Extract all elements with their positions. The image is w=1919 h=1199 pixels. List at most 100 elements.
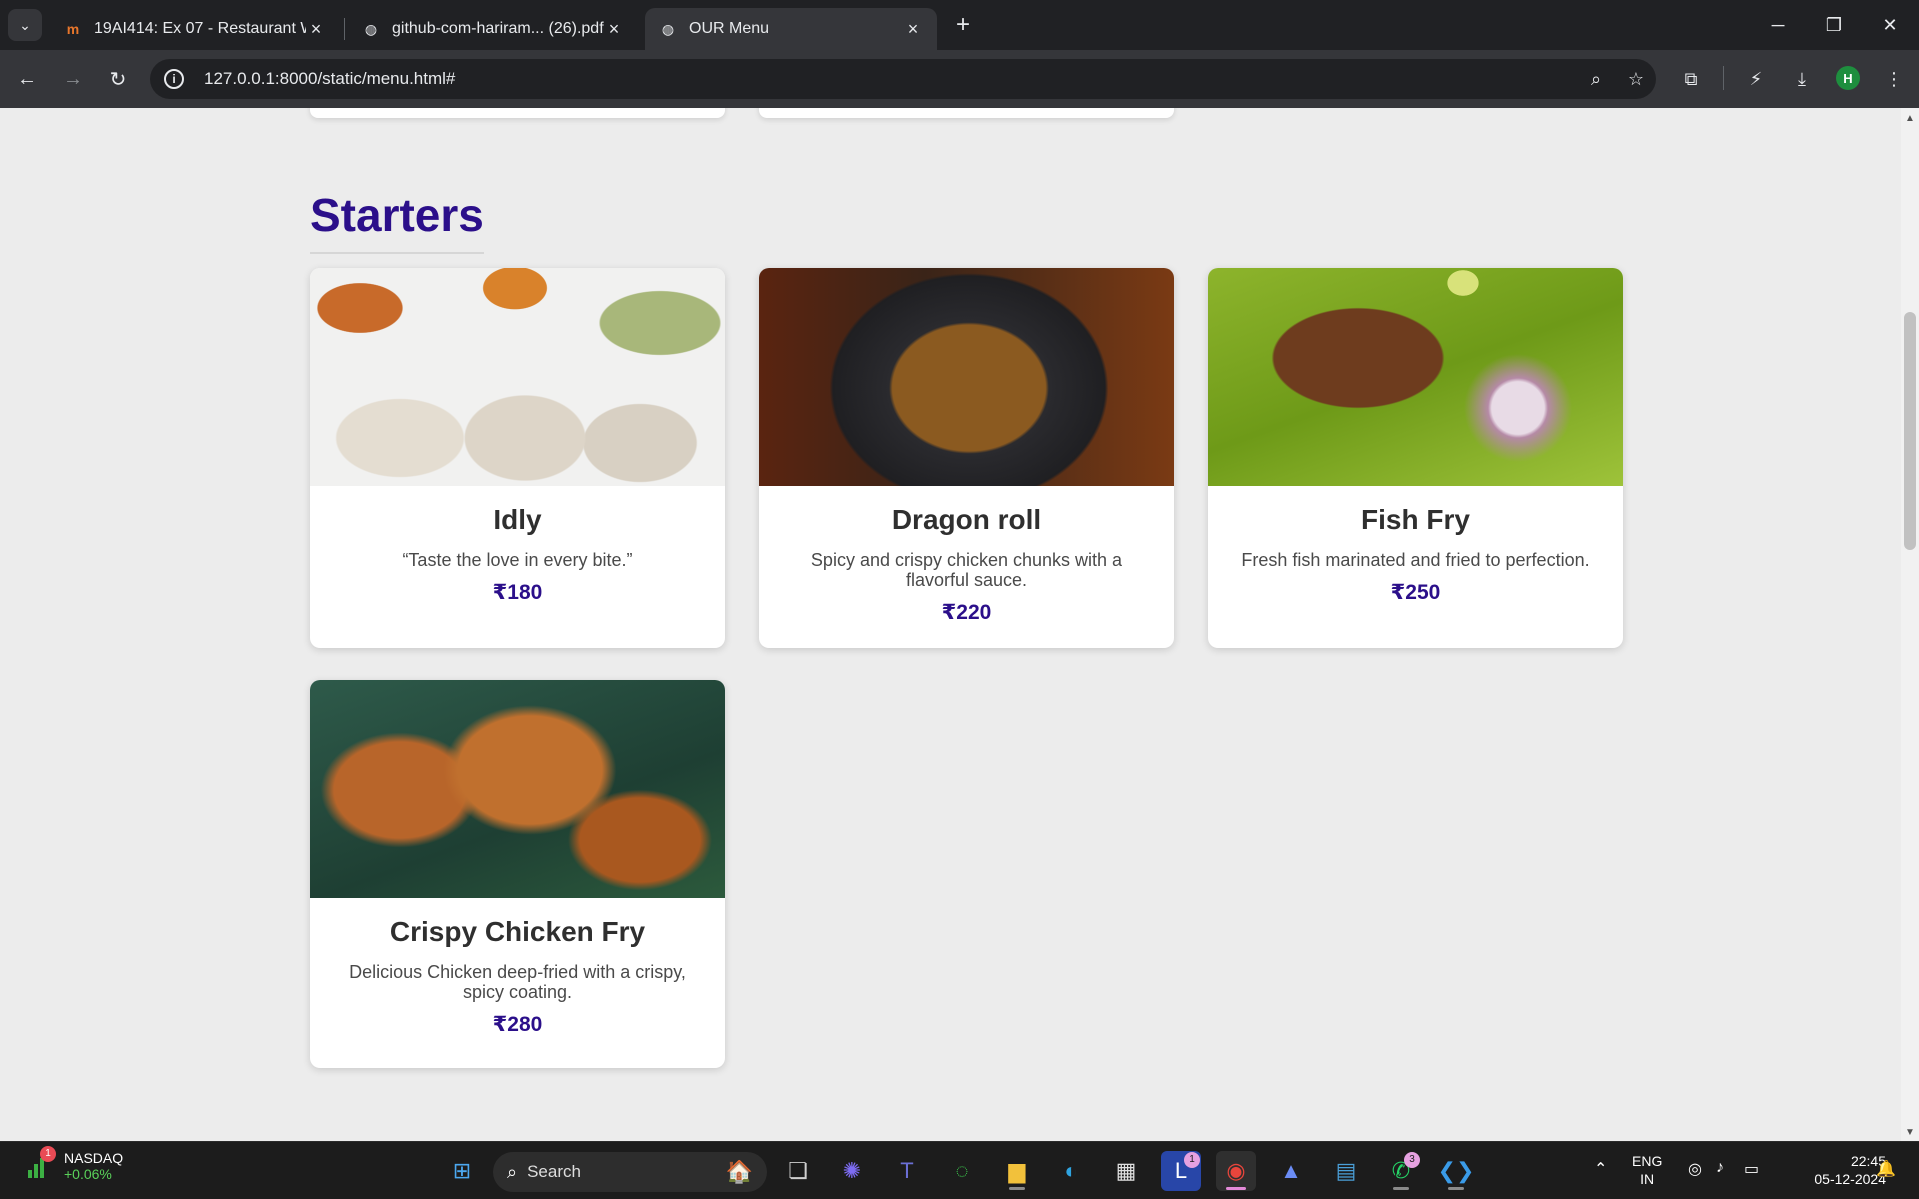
- windows-logo-icon: ⊞: [452, 1158, 472, 1183]
- download-icon[interactable]: ⤓: [1786, 64, 1818, 94]
- whatsapp-badge: 3: [1404, 1152, 1420, 1168]
- new-tab-button[interactable]: +: [948, 10, 978, 40]
- performance-icon[interactable]: ⚡: [1740, 64, 1772, 94]
- menu-card-idly: Idly “Taste the love in every bite.” ₹18…: [310, 268, 725, 648]
- ring-app-icon: ◌: [955, 1158, 969, 1183]
- close-icon[interactable]: ×: [306, 19, 326, 40]
- menu-card-crispy-chicken-fry: Crispy Chicken Fry Delicious Chicken dee…: [310, 680, 725, 1068]
- file-explorer-button[interactable]: ▆: [997, 1151, 1037, 1191]
- clock[interactable]: 22:45 05-12-2024: [1786, 1152, 1886, 1188]
- notification-bell-icon[interactable]: 🔔: [1876, 1159, 1896, 1179]
- tab-pdf[interactable]: ◍ github-com-hariram... (26).pdf ×: [348, 8, 638, 50]
- arrow-right-icon: →: [63, 67, 83, 90]
- media-app-button[interactable]: ▤: [1326, 1151, 1366, 1191]
- item-description: Delicious Chicken deep-fried with a cris…: [349, 962, 686, 1002]
- vscode-icon: ❮❯: [1437, 1158, 1475, 1183]
- copilot-icon: ✺: [842, 1158, 862, 1183]
- bookmark-star-icon[interactable]: ☆: [1616, 69, 1656, 90]
- scroll-down-icon[interactable]: ▼: [1905, 1127, 1915, 1138]
- menu-kebab-icon[interactable]: ⋮: [1878, 64, 1910, 94]
- item-name: Fish Fry: [1361, 504, 1470, 535]
- store-button[interactable]: ▦: [1106, 1151, 1146, 1191]
- linkedin-app-button[interactable]: L1: [1161, 1151, 1201, 1191]
- clapper-icon: ▤: [1335, 1158, 1357, 1183]
- windows-taskbar: 1 NASDAQ +0.06% ⊞ ⌕ Search 🏠 ❏ ✺ T ◌ ▆ ◐…: [0, 1141, 1919, 1199]
- app-ring-button[interactable]: ◌: [942, 1151, 982, 1191]
- item-name: Crispy Chicken Fry: [389, 916, 646, 947]
- extensions-icon[interactable]: ⧉: [1675, 64, 1707, 94]
- minimize-icon: ─: [1771, 14, 1785, 35]
- copilot-button[interactable]: ✺: [832, 1151, 872, 1191]
- previous-card-edge: [759, 108, 1174, 118]
- clock-date: 05-12-2024: [1814, 1171, 1886, 1187]
- minimize-button[interactable]: ─: [1758, 8, 1798, 42]
- food-photo-crispy-chicken-fry: [310, 680, 725, 898]
- language-bottom: IN: [1640, 1171, 1655, 1187]
- language-indicator[interactable]: ENG IN: [1632, 1152, 1662, 1188]
- start-button[interactable]: ⊞: [442, 1151, 482, 1191]
- item-description: Fresh fish marinated and fried to perfec…: [1241, 550, 1590, 570]
- teams-button[interactable]: T: [887, 1151, 927, 1191]
- search-placeholder: Search: [527, 1162, 581, 1181]
- close-icon[interactable]: ×: [604, 19, 624, 40]
- zoom-icon[interactable]: ⌕: [1576, 69, 1616, 90]
- tab-strip: ⌄ m 19AI414: Ex 07 - Restaurant We × ◍ g…: [0, 0, 1919, 50]
- scrollbar-thumb[interactable]: [1904, 312, 1916, 550]
- app-mountain-button[interactable]: ▲: [1271, 1151, 1311, 1191]
- chevron-up-icon[interactable]: ⌃: [1594, 1159, 1607, 1179]
- stock-name: NASDAQ: [64, 1150, 124, 1166]
- edge-button[interactable]: ◐: [1051, 1151, 1091, 1191]
- url-text[interactable]: 127.0.0.1:8000/static/menu.html#: [204, 69, 1576, 89]
- teams-icon: T: [900, 1158, 914, 1183]
- restore-icon: ❐: [1825, 14, 1843, 35]
- tab-title: github-com-hariram... (26).pdf: [392, 20, 604, 37]
- edge-icon: ◐: [1064, 1158, 1078, 1183]
- tab-divider: [344, 18, 345, 40]
- stock-widget[interactable]: 1 NASDAQ +0.06%: [26, 1146, 124, 1182]
- food-photo-idly: [310, 268, 725, 486]
- browser-toolbar: ← → ↻ i 127.0.0.1:8000/static/menu.html#…: [0, 50, 1919, 108]
- item-price: ₹220: [941, 601, 992, 624]
- chrome-button[interactable]: ◉: [1216, 1151, 1256, 1191]
- page-scrollbar[interactable]: [1901, 108, 1919, 1141]
- address-bar[interactable]: i 127.0.0.1:8000/static/menu.html# ⌕ ☆: [150, 59, 1656, 99]
- tab-our-menu[interactable]: ◍ OUR Menu ×: [645, 8, 937, 50]
- reload-button[interactable]: ↻: [103, 64, 133, 94]
- close-icon[interactable]: ×: [903, 19, 923, 40]
- close-window-button[interactable]: ✕: [1870, 8, 1910, 42]
- item-price: ₹180: [492, 581, 543, 604]
- scroll-up-icon[interactable]: ▲: [1905, 113, 1915, 124]
- stock-chart-icon: 1: [26, 1146, 56, 1180]
- section-title: Starters: [310, 188, 484, 254]
- back-button[interactable]: ←: [12, 64, 42, 94]
- toolbar-divider: [1723, 66, 1724, 90]
- stock-badge: 1: [40, 1146, 56, 1162]
- whatsapp-button[interactable]: ✆ 3: [1381, 1151, 1421, 1191]
- tab-restaurant[interactable]: m 19AI414: Ex 07 - Restaurant We ×: [50, 8, 340, 50]
- restore-button[interactable]: ❐: [1814, 8, 1854, 42]
- chevron-down-icon: ⌄: [19, 16, 31, 33]
- moodle-favicon-icon: m: [66, 21, 80, 37]
- volume-icon[interactable]: ♪: [1716, 1159, 1724, 1177]
- site-info-icon[interactable]: i: [164, 69, 184, 89]
- tab-search-button[interactable]: ⌄: [8, 9, 42, 41]
- network-icon[interactable]: ◎: [1688, 1159, 1702, 1179]
- folder-icon: ▆: [1008, 1158, 1026, 1183]
- item-name: Idly: [493, 504, 542, 535]
- search-icon: ⌕: [507, 1161, 518, 1182]
- task-view-button[interactable]: ❏: [778, 1151, 818, 1191]
- profile-avatar[interactable]: H: [1836, 66, 1860, 90]
- food-photo-fish-fry: [1208, 268, 1623, 486]
- tab-title: OUR Menu: [689, 20, 770, 37]
- chrome-icon: ◉: [1226, 1158, 1246, 1183]
- forward-button[interactable]: →: [58, 64, 88, 94]
- task-view-icon: ❏: [788, 1158, 808, 1183]
- vscode-button[interactable]: ❮❯: [1436, 1151, 1476, 1191]
- linkedin-badge: 1: [1184, 1152, 1200, 1168]
- stock-change: +0.06%: [64, 1166, 112, 1182]
- search-highlight-icon: 🏠: [725, 1159, 753, 1184]
- clock-time: 22:45: [1850, 1153, 1886, 1169]
- battery-icon[interactable]: ▭: [1744, 1159, 1759, 1179]
- globe-icon: ◍: [661, 20, 675, 37]
- taskbar-search[interactable]: ⌕ Search 🏠: [493, 1152, 767, 1192]
